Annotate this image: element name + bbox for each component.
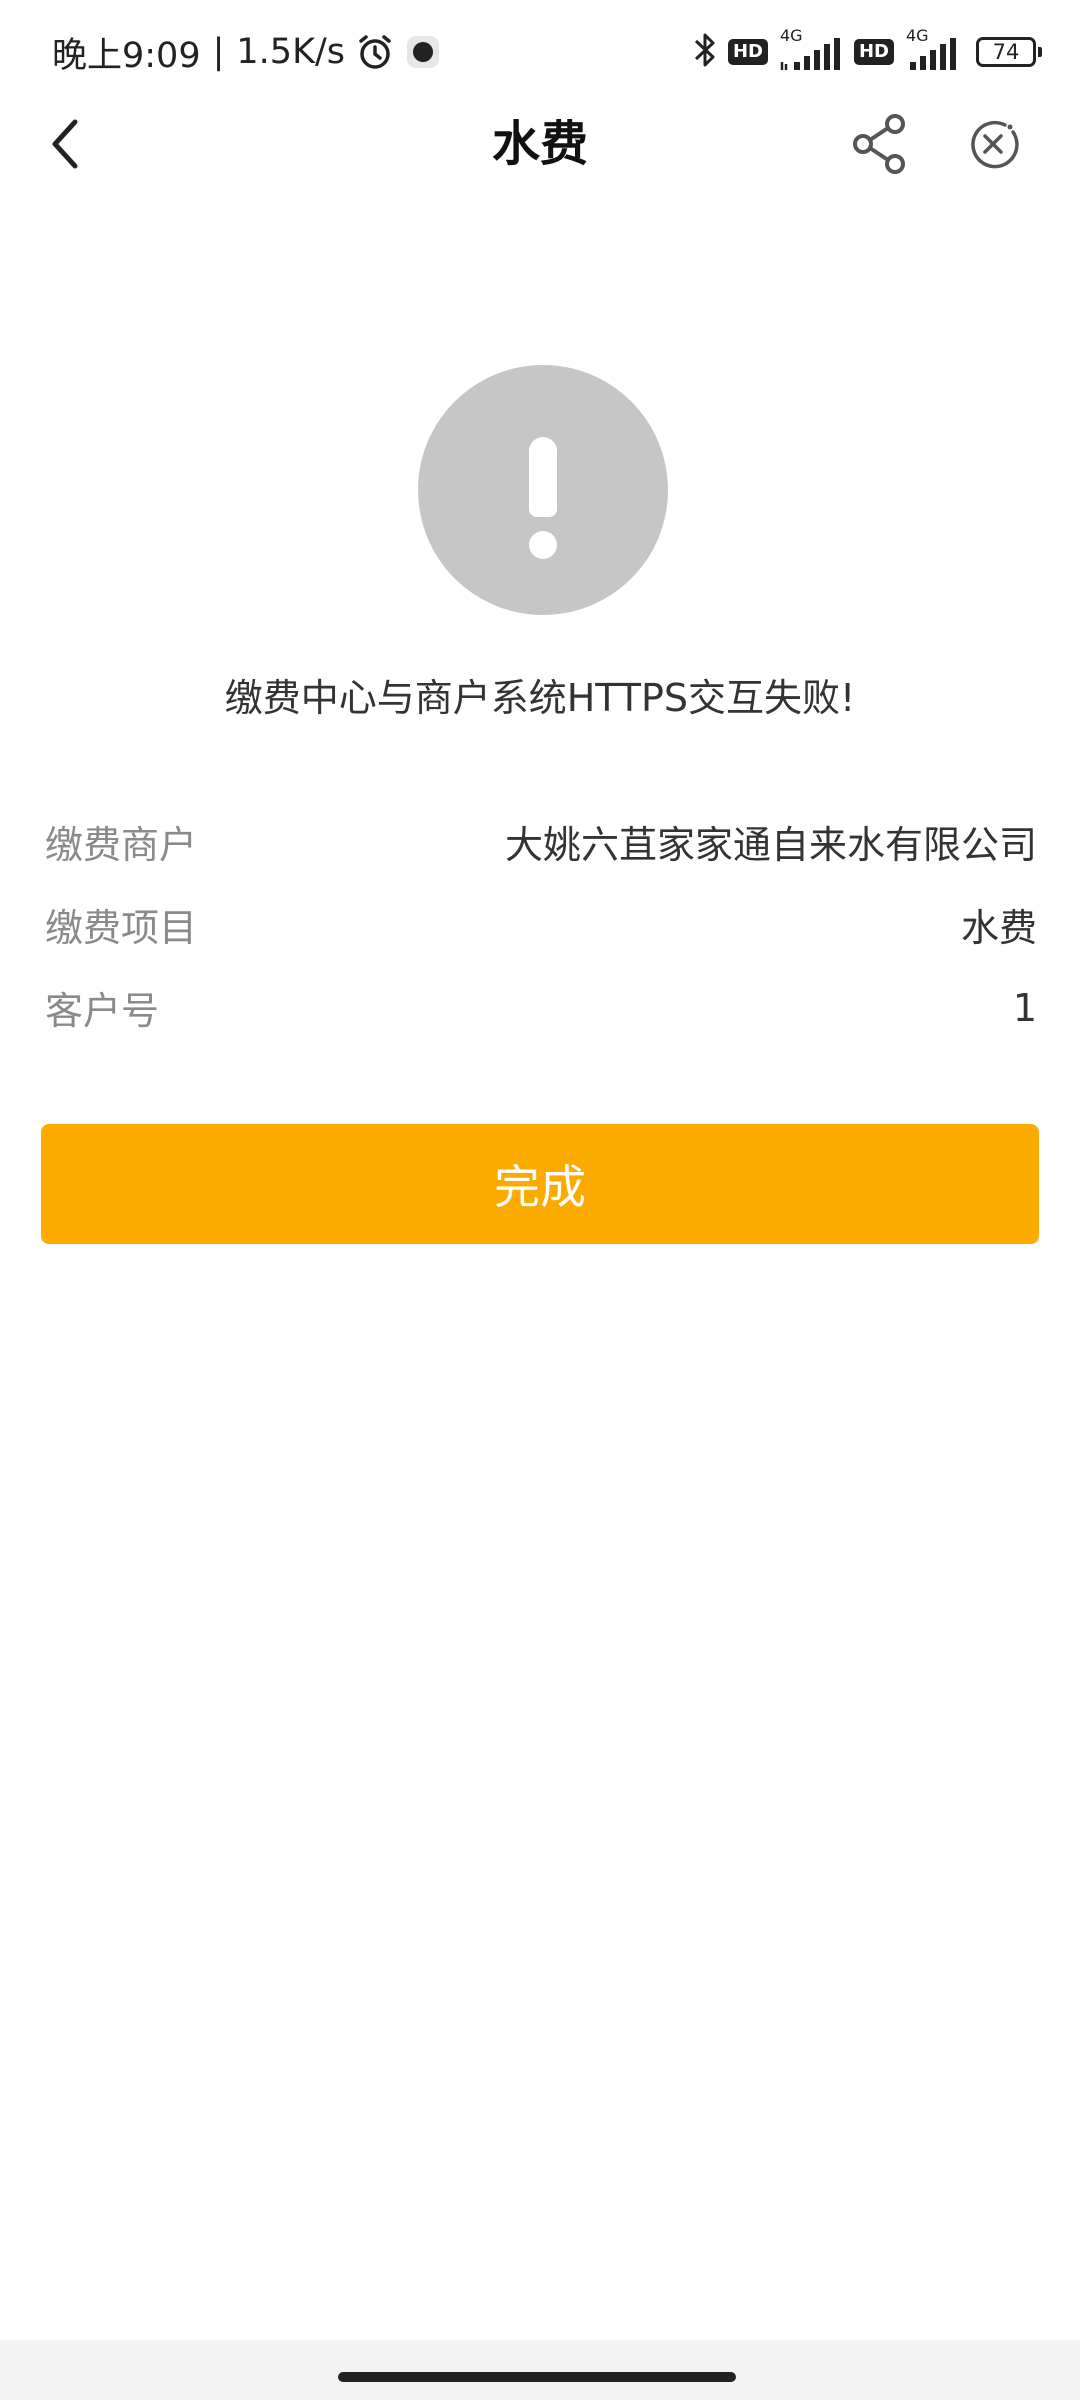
detail-label: 缴费商户: [45, 823, 198, 867]
home-indicator[interactable]: [338, 2372, 736, 2382]
battery-level: 74: [992, 40, 1020, 64]
detail-row-item: 缴费项目 水费: [45, 883, 1037, 966]
status-time: 晚上9:09: [52, 35, 201, 76]
status-bar: 晚上9:09 | 1.5K/s HD 4G HD 4G 74: [0, 0, 1080, 105]
status-right: HD 4G HD 4G 74: [692, 26, 1042, 78]
page-title: 水费: [491, 116, 588, 172]
close-button[interactable]: [958, 106, 1028, 181]
detail-label: 缴费项目: [45, 906, 198, 950]
detail-value: 大姚六苴家家通自来水有限公司: [504, 823, 1037, 867]
status-left: 晚上9:09 | 1.5K/s: [52, 26, 441, 78]
bluetooth-icon: [692, 30, 718, 74]
chevron-left-icon: [52, 119, 78, 169]
share-button[interactable]: [845, 106, 915, 181]
net-speed: 1.5K/s: [236, 32, 346, 72]
battery-icon: 74: [976, 37, 1042, 67]
alarm-clock-icon: [355, 32, 395, 72]
status-separator: |: [212, 32, 225, 72]
signal-group-2: 4G: [904, 26, 960, 72]
detail-value: 水费: [960, 906, 1037, 950]
detail-label: 客户号: [45, 989, 160, 1033]
detail-row-customer-id: 客户号 1: [45, 966, 1037, 1049]
payment-details: 缴费商户 大姚六苴家家通自来水有限公司 缴费项目 水费 客户号 1: [45, 800, 1037, 1049]
hd-badge: HD: [727, 39, 768, 65]
detail-value: 1: [1012, 985, 1037, 1030]
error-exclamation-icon: [418, 365, 668, 615]
done-button[interactable]: 完成: [41, 1124, 1039, 1244]
signal-group-1: 4G: [778, 26, 844, 72]
app-notification-icon: [405, 34, 441, 70]
share-icon: [853, 113, 905, 174]
network-type-label: 4G: [779, 26, 803, 45]
back-button[interactable]: [30, 100, 100, 188]
network-type-label: 4G: [906, 26, 929, 45]
bottom-strip: [0, 2340, 1080, 2400]
hd-badge: HD: [853, 39, 894, 65]
error-message: 缴费中心与商户系统HTTPS交互失败!: [224, 676, 856, 720]
close-circle-icon: [971, 120, 1019, 168]
detail-row-merchant: 缴费商户 大姚六苴家家通自来水有限公司: [45, 800, 1037, 883]
